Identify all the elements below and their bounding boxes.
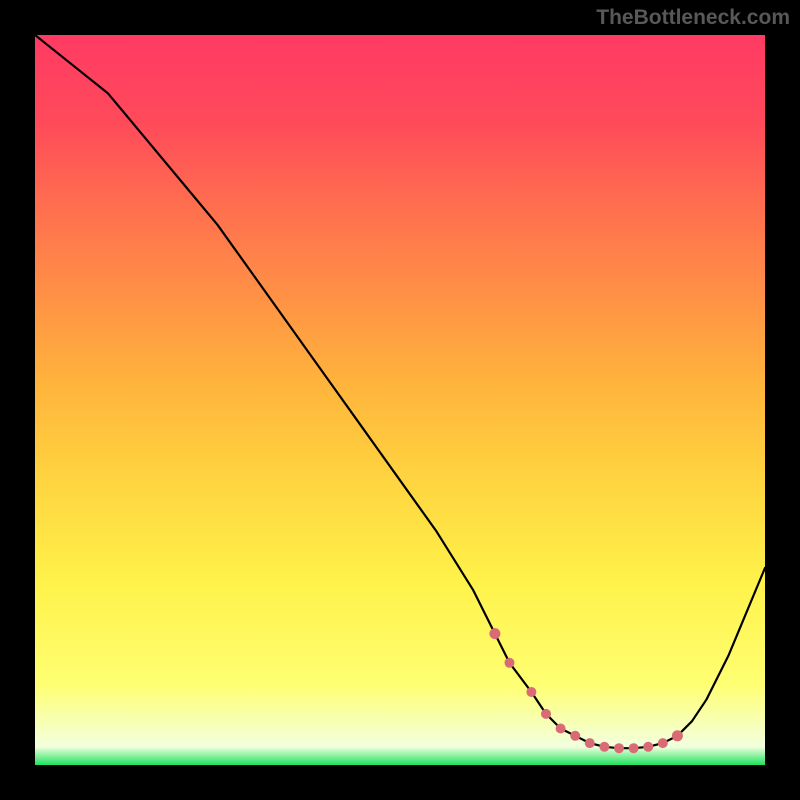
sweet-spot-dot (643, 742, 653, 752)
sweet-spot-dot (672, 730, 683, 741)
sweet-spot-dot (526, 687, 536, 697)
sweet-spot-dot (599, 742, 609, 752)
sweet-spot-dot (614, 743, 624, 753)
sweet-spot-dot (658, 738, 668, 748)
bottleneck-curve (35, 35, 765, 748)
sweet-spot-dot (556, 724, 566, 734)
sweet-spot-dot (489, 628, 500, 639)
sweet-spot-dots (489, 628, 683, 753)
sweet-spot-dot (629, 743, 639, 753)
sweet-spot-dot (505, 658, 515, 668)
sweet-spot-dot (570, 731, 580, 741)
watermark-text: TheBottleneck.com (596, 6, 790, 30)
sweet-spot-dot (585, 738, 595, 748)
chart-frame: TheBottleneck.com (0, 0, 800, 800)
plot-area (35, 35, 765, 765)
curve-svg (35, 35, 765, 765)
sweet-spot-dot (541, 709, 551, 719)
